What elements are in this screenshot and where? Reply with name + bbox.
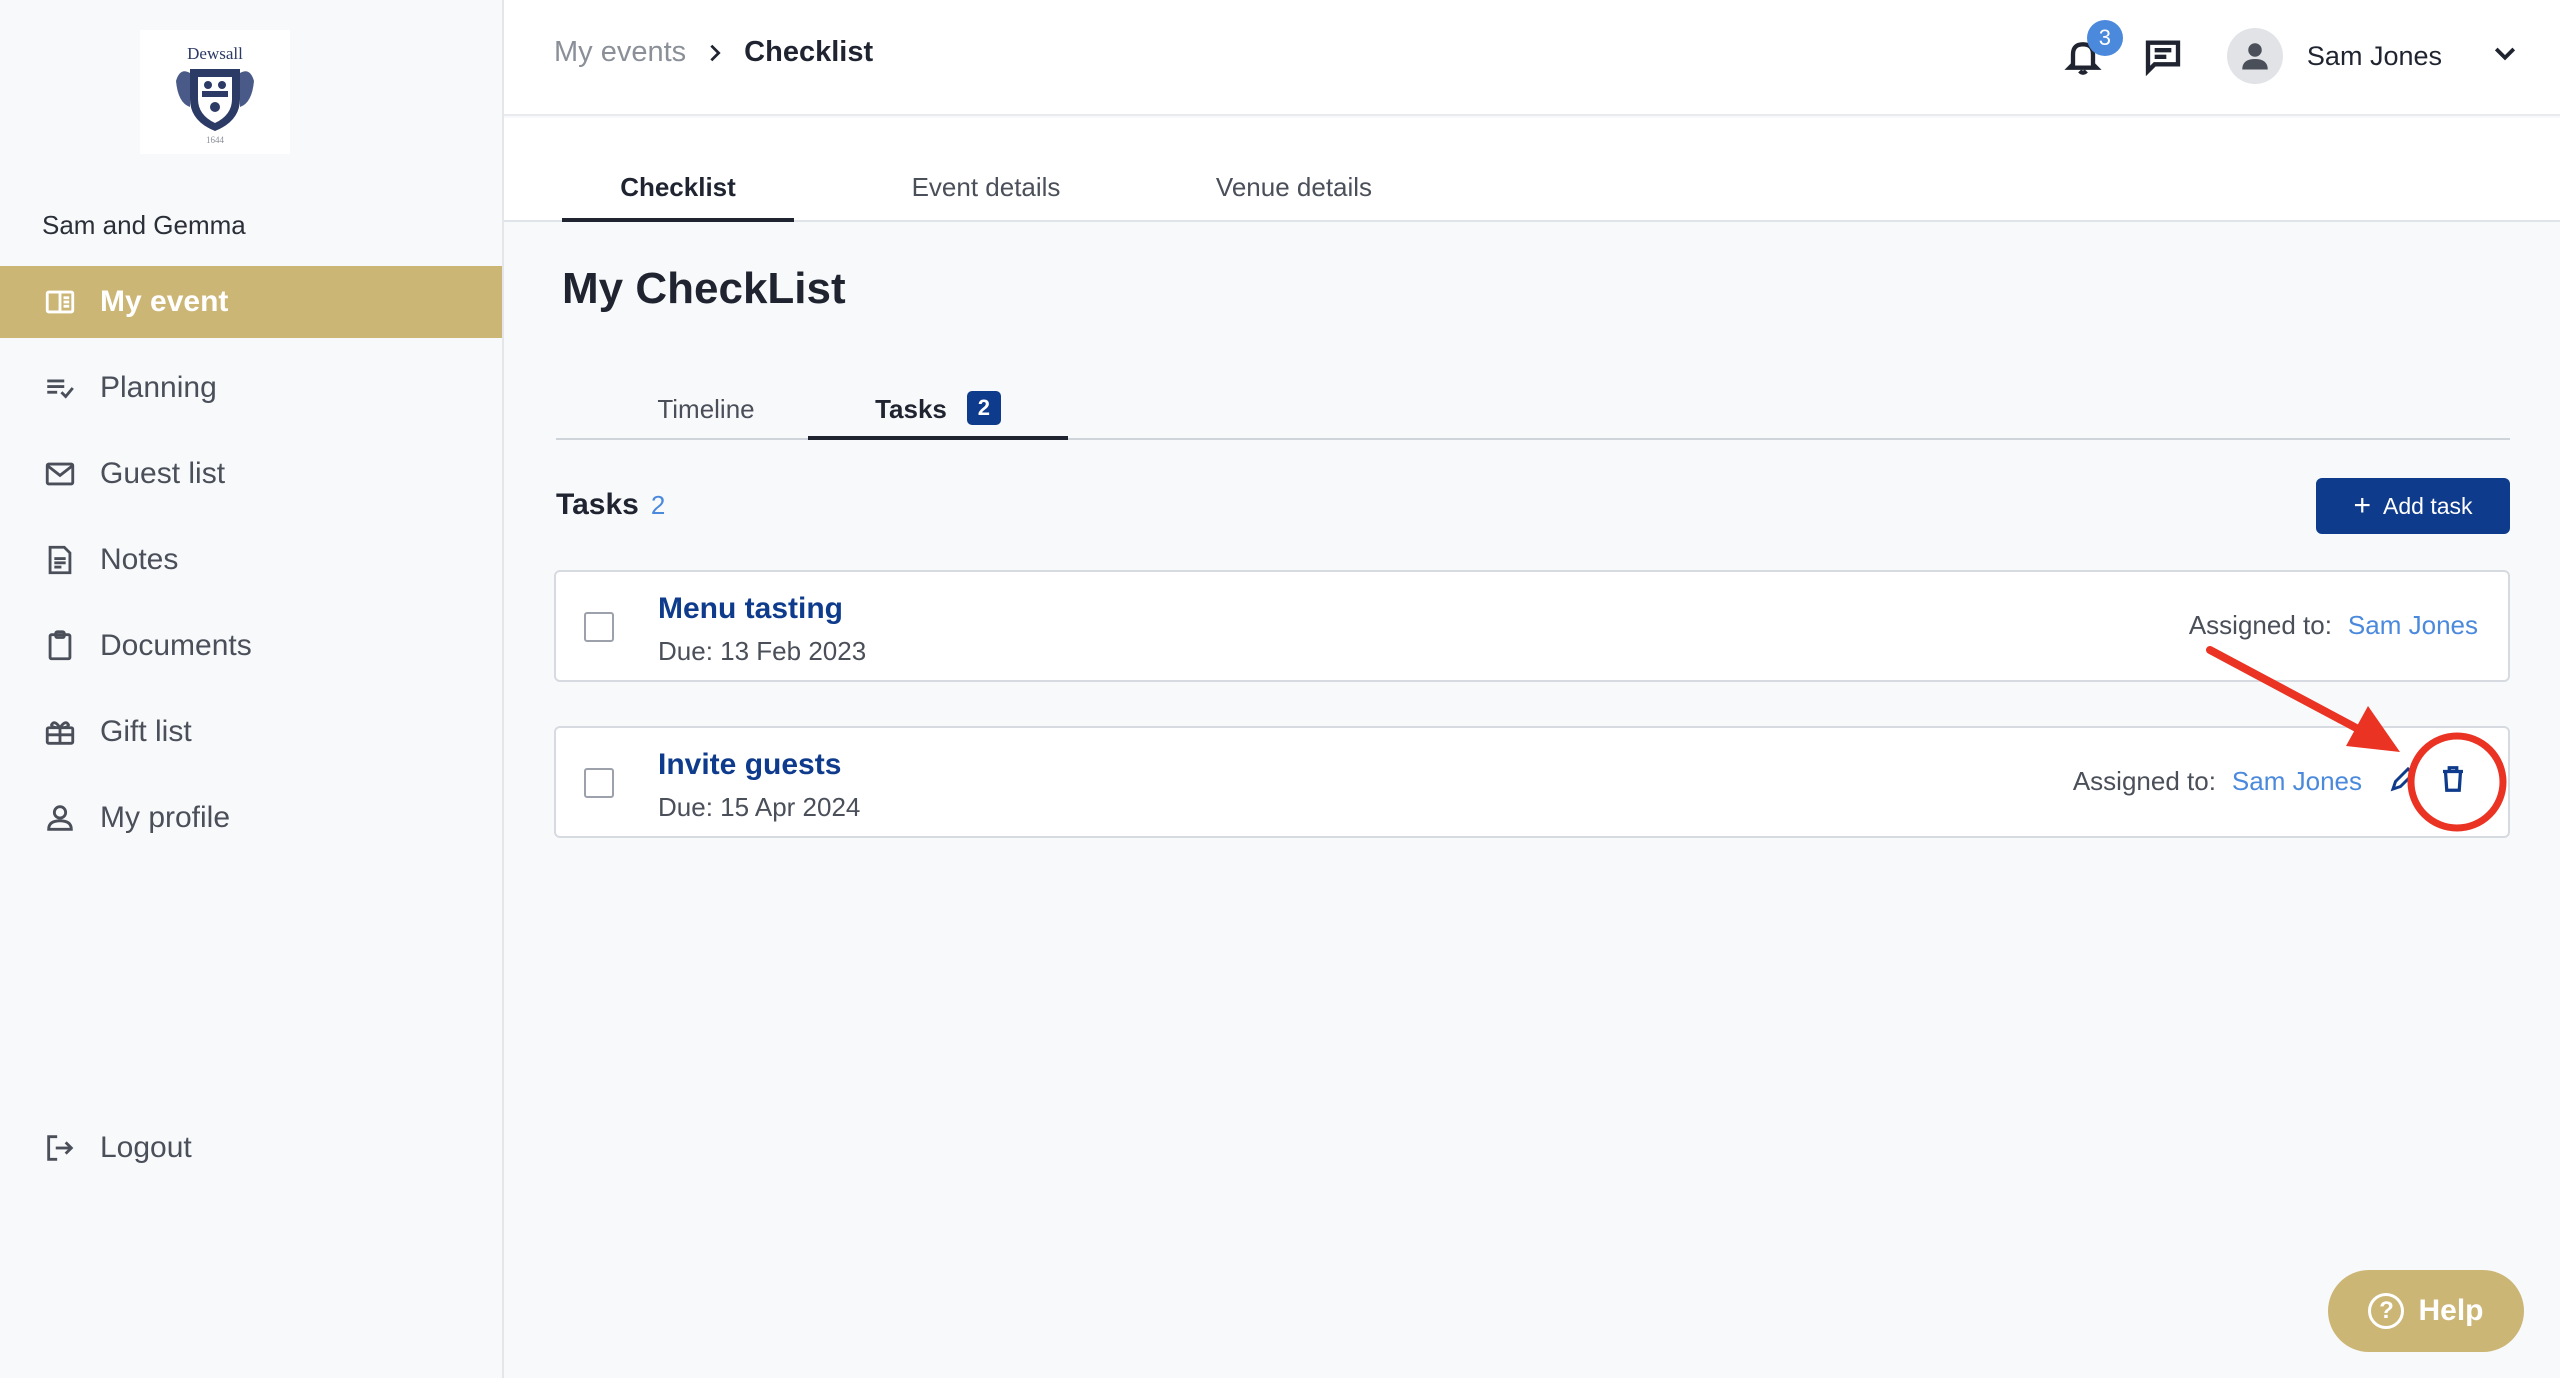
checklist-sub-tabs: Timeline Tasks 2	[556, 386, 2510, 440]
logout-section: Logout	[0, 1112, 502, 1198]
sidebar-item-label: Guest list	[100, 457, 226, 490]
breadcrumb: My events Checklist	[554, 36, 873, 69]
clipboard-icon	[42, 628, 78, 664]
notifications-button[interactable]: 3	[2059, 20, 2123, 80]
sidebar-item-planning[interactable]: Planning	[0, 352, 502, 424]
svg-text:Dewsall: Dewsall	[187, 44, 243, 63]
note-icon	[42, 542, 78, 578]
chevron-down-icon[interactable]	[2490, 39, 2520, 74]
book-open-icon	[42, 284, 78, 320]
task-assignment: Assigned to: Sam Jones	[2189, 610, 2478, 641]
crest-icon: Dewsall 1644	[176, 44, 254, 145]
tasks-heading-label: Tasks	[556, 488, 639, 521]
assignee-link[interactable]: Sam Jones	[2232, 766, 2362, 797]
sidebar-item-guest-list[interactable]: Guest list	[0, 438, 502, 510]
breadcrumb-current: Checklist	[744, 36, 874, 68]
task-due-date: Due: 13 Feb 2023	[658, 636, 867, 666]
task-title[interactable]: Invite guests	[658, 748, 841, 782]
tab-venue-details[interactable]: Venue details	[1172, 172, 1416, 222]
tab-event-details[interactable]: Event details	[868, 172, 1104, 222]
tab-tasks[interactable]: Tasks 2	[808, 391, 1068, 440]
sidebar-item-label: Planning	[100, 371, 217, 404]
avatar[interactable]	[2226, 28, 2283, 84]
tab-timeline[interactable]: Timeline	[612, 394, 800, 440]
main-tabs: Checklist Event details Venue details	[504, 118, 2560, 222]
venue-logo[interactable]: Dewsall 1644	[140, 30, 290, 154]
user-avatar-icon	[2242, 43, 2268, 70]
plus-icon: +	[2353, 489, 2372, 522]
help-button[interactable]: ? Help	[2328, 1270, 2524, 1352]
tasks-heading-count: 2	[650, 490, 666, 520]
notification-badge: 3	[2086, 20, 2123, 56]
svg-text:1644: 1644	[206, 135, 225, 145]
logout-label: Logout	[100, 1131, 192, 1164]
assignee-link[interactable]: Sam Jones	[2348, 610, 2478, 641]
sidebar-item-my-profile[interactable]: My profile	[0, 782, 502, 854]
header-actions: 3 Sam Jones	[2059, 20, 2520, 92]
messages-button[interactable]	[2139, 32, 2187, 80]
task-due-date: Due: 15 Apr 2024	[658, 792, 861, 822]
task-card: Menu tasting Due: 13 Feb 2023 Assigned t…	[554, 570, 2510, 682]
checklist-icon	[42, 370, 78, 406]
tasks-heading: Tasks 2	[556, 488, 665, 522]
sidebar-item-documents[interactable]: Documents	[0, 610, 502, 682]
logout-button[interactable]: Logout	[0, 1112, 502, 1184]
task-card: Invite guests Due: 15 Apr 2024 Assigned …	[554, 726, 2510, 838]
breadcrumb-my-events[interactable]: My events	[554, 36, 686, 69]
sidebar-item-label: Gift list	[100, 715, 192, 748]
page-title: My CheckList	[562, 264, 846, 313]
assigned-label: Assigned to:	[2188, 610, 2332, 640]
task-assignment: Assigned to: Sam Jones	[2073, 766, 2362, 797]
task-checkbox[interactable]	[584, 612, 614, 642]
logout-icon	[42, 1130, 78, 1166]
sidebar: Dewsall 1644 Sam and Gemma My event Plan…	[0, 0, 504, 1378]
sidebar-item-notes[interactable]: Notes	[0, 524, 502, 596]
sidebar-item-label: My profile	[100, 801, 231, 834]
tab-checklist[interactable]: Checklist	[562, 172, 794, 222]
task-title[interactable]: Menu tasting	[658, 592, 843, 626]
sidebar-nav: My event Planning Guest list Notes Docum…	[0, 266, 502, 868]
add-task-button[interactable]: + Add task	[2316, 478, 2510, 534]
edit-task-icon[interactable]	[2388, 764, 2418, 794]
message-icon	[2145, 40, 2181, 76]
sidebar-item-label: Documents	[100, 629, 252, 662]
gift-icon	[42, 714, 78, 750]
task-checkbox[interactable]	[584, 768, 614, 798]
add-task-label: Add task	[2383, 492, 2473, 519]
event-name: Sam and Gemma	[42, 210, 246, 240]
user-name[interactable]: Sam Jones	[2307, 41, 2442, 72]
assigned-label: Assigned to:	[2072, 766, 2216, 796]
sidebar-item-label: Notes	[100, 543, 179, 576]
sidebar-item-label: My event	[100, 285, 229, 318]
question-icon: ?	[2368, 1293, 2405, 1329]
help-label: Help	[2418, 1294, 2484, 1327]
tasks-count-badge: 2	[966, 391, 1001, 426]
sidebar-item-my-event[interactable]: My event	[0, 266, 502, 338]
chevron-right-icon	[704, 42, 726, 64]
person-icon	[42, 800, 78, 836]
tab-tasks-label: Tasks	[875, 394, 947, 424]
mail-icon	[42, 456, 78, 492]
top-header: My events Checklist 3 Sam Jones	[504, 0, 2560, 116]
delete-task-icon[interactable]	[2438, 764, 2468, 794]
sidebar-item-gift-list[interactable]: Gift list	[0, 696, 502, 768]
